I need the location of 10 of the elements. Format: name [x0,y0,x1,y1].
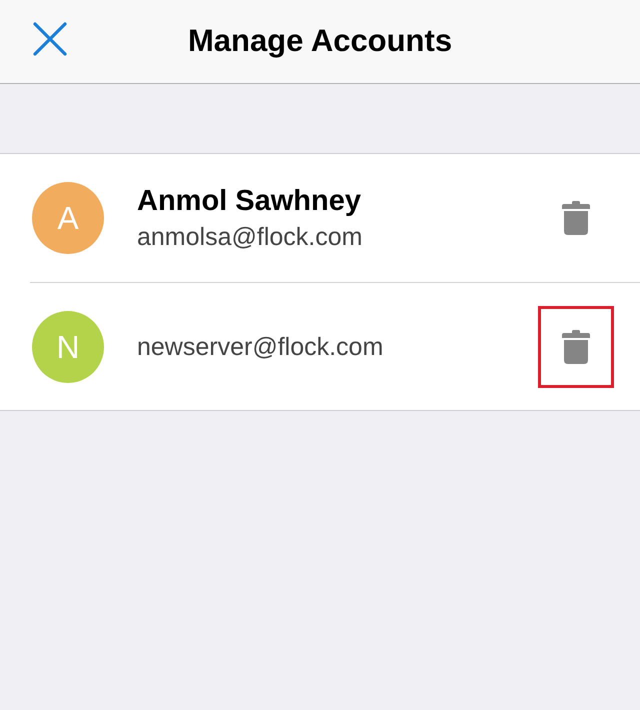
avatar-initial: N [56,330,80,362]
close-icon [33,22,67,56]
account-email: anmolsa@flock.com [137,222,364,253]
screen-title: Manage Accounts [188,22,452,60]
trash-icon [561,330,591,364]
account-email: newserver@flock.com [137,332,384,362]
delete-button[interactable] [538,306,614,388]
avatar-initial: A [57,202,79,234]
account-name: Anmol Sawhney [137,184,362,219]
trash-icon [561,201,591,235]
